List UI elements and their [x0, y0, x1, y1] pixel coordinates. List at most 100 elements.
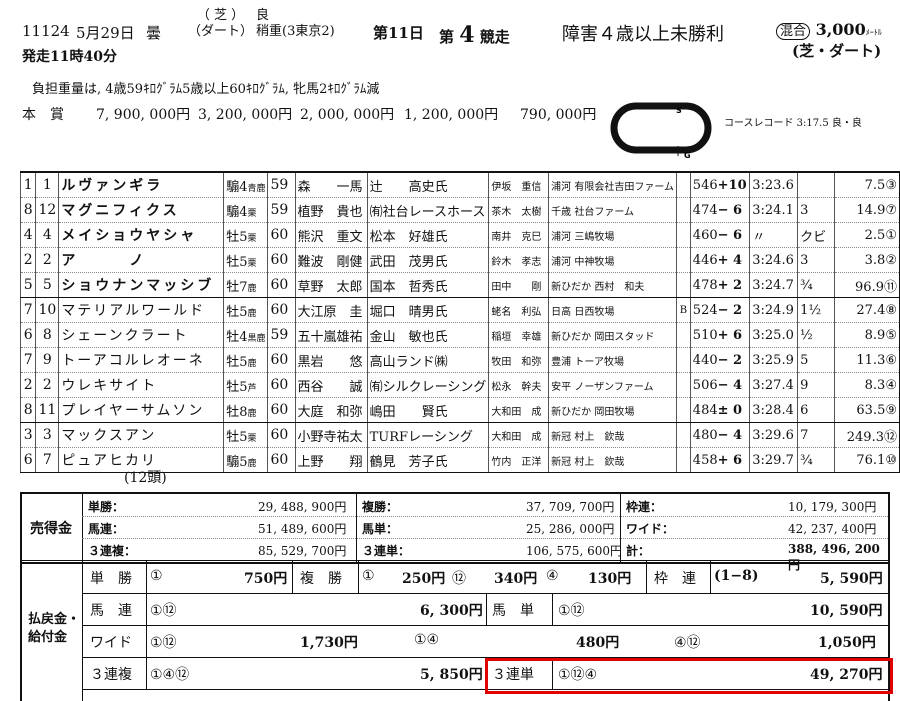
jockey: 難波 剛健 — [294, 247, 368, 273]
weight-note: 負担重量は, 4歳59ｷﾛｸﾞﾗﾑ5歳以上60ｷﾛｸﾞﾗﾑ, 牝馬2ｷﾛｸﾞﾗﾑ… — [32, 82, 380, 97]
sex-age: 牡5栗 — [223, 222, 268, 248]
race-name: 障害４歳以上未勝利 — [562, 24, 724, 45]
breeder: 豊浦 トーア牧場 — [548, 347, 677, 373]
sex-age: 牡4黒鹿 — [223, 322, 268, 348]
breeder-region: 豊浦 — [551, 356, 572, 368]
sex-age-value: 牡5 — [226, 304, 248, 320]
sex-age-value: 騸5 — [226, 454, 248, 470]
sales-tansho-label: 単勝： — [88, 500, 125, 514]
sex-age-value: 牡5 — [226, 354, 248, 370]
horse-number: 2 — [35, 247, 59, 273]
finish-time: 3:23.6 — [749, 171, 798, 198]
payout-wakuren-label: 枠 連 — [654, 571, 696, 587]
blinker — [676, 397, 691, 423]
body-weight-value: 510 — [692, 327, 718, 343]
sex-age-value: 牡7 — [226, 279, 248, 295]
breeder: 日高 日西牧場 — [548, 297, 677, 323]
body-weight-change: +10 — [717, 177, 747, 193]
owner: 金山 敏也氏 — [366, 322, 489, 348]
coat-color: 鹿 — [247, 358, 257, 369]
prize-5th: 790, 000円 — [520, 107, 597, 123]
trainer: 南井 克巳 — [488, 222, 549, 248]
horse-number: 12 — [35, 197, 59, 223]
margin: 7 — [797, 422, 835, 448]
finish-position: 4 — [19, 222, 36, 248]
payout-wakuren-amount: 5, 590円 — [820, 571, 883, 587]
breeder-name: 西村 和夫 — [594, 281, 645, 293]
horse-number: 7 — [35, 447, 59, 473]
blinker — [676, 372, 691, 398]
horse-number: 1 — [35, 171, 59, 198]
body-weight-value: 440 — [692, 352, 718, 368]
breeder-region: 新ひだか — [551, 406, 592, 418]
prize-label: 本賞 — [22, 107, 78, 123]
horse-name: ア ノ — [58, 247, 224, 273]
sales-wide-label: ワイド： — [626, 522, 675, 536]
owner: ㈲シルクレーシング — [366, 372, 489, 398]
odds: 76.1⑩ — [834, 447, 900, 473]
finish-position: 1 — [19, 171, 36, 198]
popularity-rank: ⑤ — [885, 327, 897, 343]
coat-color: 芦 — [247, 383, 257, 394]
margin: 5 — [797, 347, 835, 373]
horse-name: メイショウヤシャ — [58, 222, 224, 248]
meeting-day: 第11日 — [373, 24, 424, 42]
race-distance: 混合 3,000ﾒｰﾄﾙ — [776, 20, 882, 40]
body-weight: 460− 6 — [689, 222, 750, 248]
breeder: 新冠 村上 欽哉 — [548, 422, 677, 448]
trainer: 大和田 成 — [488, 397, 549, 423]
prize-4th: 1, 200, 000円 — [404, 107, 499, 123]
body-weight-change: − 4 — [717, 427, 743, 443]
body-weight: 484± 0 — [689, 397, 750, 423]
odds-value: 8.9 — [864, 327, 886, 343]
race-number-value: 4 — [459, 22, 475, 48]
table-row: 1 1 ルヴァンギラ 騸4青鹿 59 森 一馬辻 高史氏 伊坂 重信 浦河 有限会社吉田ファー… — [19, 171, 900, 198]
popularity-rank: ⑥ — [885, 352, 897, 368]
margin: 9 — [797, 372, 835, 398]
sex-age: 騸5鹿 — [223, 447, 268, 473]
breeder-name: 岡田牧場 — [594, 406, 635, 418]
body-weight: 440− 2 — [689, 347, 750, 373]
payout-wide-amount-3: 1,050円 — [818, 635, 876, 651]
track-start-label: S — [676, 106, 682, 115]
horse-number: 2 — [35, 372, 59, 398]
breeder-region: 浦河 — [551, 231, 572, 243]
finish-time: 3:29.6 — [749, 422, 798, 448]
payout-fukusho-label: 複 勝 — [300, 571, 342, 587]
sex-age-value: 牡4 — [226, 329, 248, 345]
sales-umatan-label: 馬単： — [362, 522, 399, 536]
blinker — [676, 171, 691, 198]
breeder-name: 有限会社吉田ファーム — [574, 181, 675, 193]
breeder: 千歳 社台ファーム — [548, 197, 677, 223]
payout-umatan-amount: 10, 590円 — [810, 603, 883, 619]
payout-wide-combo-2: ①④ — [414, 632, 440, 648]
coat-color: 栗 — [247, 258, 257, 269]
blinker — [676, 272, 691, 298]
body-weight: 478+ 2 — [689, 272, 750, 298]
payout-tansho-amount: 750円 — [244, 571, 288, 587]
finish-position: 3 — [19, 422, 36, 448]
payout-wide-label: ワイド — [90, 635, 132, 651]
payout-label: 払戻金・ 給付金 — [28, 611, 80, 647]
payout-label-2: 給付金 — [28, 630, 68, 645]
coat-color: 黒鹿 — [247, 333, 266, 344]
weather: 曇 — [146, 24, 162, 42]
trainer: 蛯名 利弘 — [488, 297, 549, 323]
body-weight: 510+ 6 — [689, 322, 750, 348]
odds: 8.3④ — [834, 372, 900, 398]
payout-wide-combo-1: ①⑫ — [150, 635, 177, 651]
payout-fukusho-combo-1: ① — [362, 568, 375, 584]
carried-weight: 59 — [267, 197, 296, 223]
surface-labels: （ 芝 ） （ダート） — [188, 8, 253, 40]
odds-value: 8.3 — [864, 377, 886, 393]
carried-weight: 60 — [267, 297, 296, 323]
horse-number: 10 — [35, 297, 59, 323]
owner: 松本 好雄氏 — [366, 222, 489, 248]
blinker — [676, 422, 691, 448]
blinker — [676, 447, 691, 473]
table-row: 22ア ノ牡5栗 60 難波 剛健 武田 茂男氏 鈴木 孝志 浦河 中神牧場 446+ 43… — [19, 247, 900, 273]
finish-position: 5 — [19, 272, 36, 298]
blinker — [676, 347, 691, 373]
prize-2nd: 3, 200, 000円 — [198, 107, 293, 123]
body-weight: 474− 6 — [689, 197, 750, 223]
